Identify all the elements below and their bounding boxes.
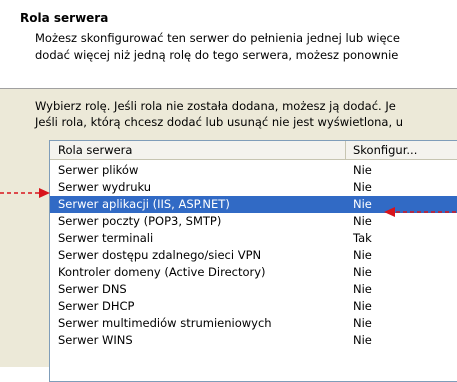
role-configured: Nie xyxy=(353,248,372,262)
list-item[interactable]: Serwer DNS Nie xyxy=(50,281,457,298)
role-configured: Tak xyxy=(353,231,372,245)
role-configured: Nie xyxy=(353,299,372,313)
list-item[interactable]: Serwer terminali Tak xyxy=(50,230,457,247)
list-item[interactable]: Serwer DHCP Nie xyxy=(50,298,457,315)
role-name: Serwer DHCP xyxy=(58,299,135,313)
role-name: Serwer poczty (POP3, SMTP) xyxy=(58,214,222,228)
list-item[interactable]: Serwer dostępu zdalnego/sieci VPN Nie xyxy=(50,247,457,264)
list-item[interactable]: Serwer WINS Nie xyxy=(50,332,457,349)
list-item[interactable]: Serwer plików Nie xyxy=(50,162,457,179)
role-configured: Nie xyxy=(353,180,372,194)
role-name: Serwer multimediów strumieniowych xyxy=(58,316,272,330)
instructions-line-2: Jeśli rola, którą chcesz dodać lub usuną… xyxy=(35,115,404,129)
role-configured: Nie xyxy=(353,333,372,347)
role-configured: Nie xyxy=(353,282,372,296)
column-header-configured[interactable]: Skonfigur... xyxy=(347,141,457,159)
column-header-role[interactable]: Rola serwera xyxy=(50,141,346,159)
role-name: Serwer aplikacji (IIS, ASP.NET) xyxy=(58,197,230,211)
role-name: Serwer dostępu zdalnego/sieci VPN xyxy=(58,248,262,262)
annotation-arrow-right-icon xyxy=(384,207,457,217)
header-description: Możesz skonfigurować ten serwer do pełni… xyxy=(35,30,400,64)
role-configured: Nie xyxy=(353,197,372,211)
role-configured: Nie xyxy=(353,265,372,279)
annotation-arrow-left-icon xyxy=(0,188,50,198)
role-name: Serwer terminali xyxy=(58,231,154,245)
role-name: Serwer wydruku xyxy=(58,180,152,194)
list-item[interactable]: Kontroler domeny (Active Directory) Nie xyxy=(50,264,457,281)
role-name: Serwer plików xyxy=(58,163,139,177)
role-configured: Nie xyxy=(353,316,372,330)
role-configured: Nie xyxy=(353,214,372,228)
header-description-line-1: Możesz skonfigurować ten serwer do pełni… xyxy=(35,31,400,45)
wizard-header: Rola serwera Możesz skonfigurować ten se… xyxy=(0,0,457,89)
list-rows: Serwer plików Nie Serwer wydruku Nie Serwe… xyxy=(50,162,457,349)
list-item[interactable]: Serwer multimediów strumieniowych Nie xyxy=(50,315,457,332)
instructions: Wybierz rolę. Jeśli rola nie została dod… xyxy=(35,98,403,130)
instructions-line-1: Wybierz rolę. Jeśli rola nie została dod… xyxy=(35,99,396,113)
role-name: Kontroler domeny (Active Directory) xyxy=(58,265,266,279)
role-name: Serwer WINS xyxy=(58,333,133,347)
role-configured: Nie xyxy=(353,163,372,177)
page-title: Rola serwera xyxy=(20,11,109,25)
list-header: Rola serwera Skonfigur... xyxy=(50,141,457,160)
header-description-line-2: dodać więcej niż jedną rolę do tego serw… xyxy=(35,48,399,62)
role-name: Serwer DNS xyxy=(58,282,127,296)
server-role-list[interactable]: Rola serwera Skonfigur... Serwer plików N… xyxy=(49,140,457,382)
list-item[interactable]: Serwer wydruku Nie xyxy=(50,179,457,196)
